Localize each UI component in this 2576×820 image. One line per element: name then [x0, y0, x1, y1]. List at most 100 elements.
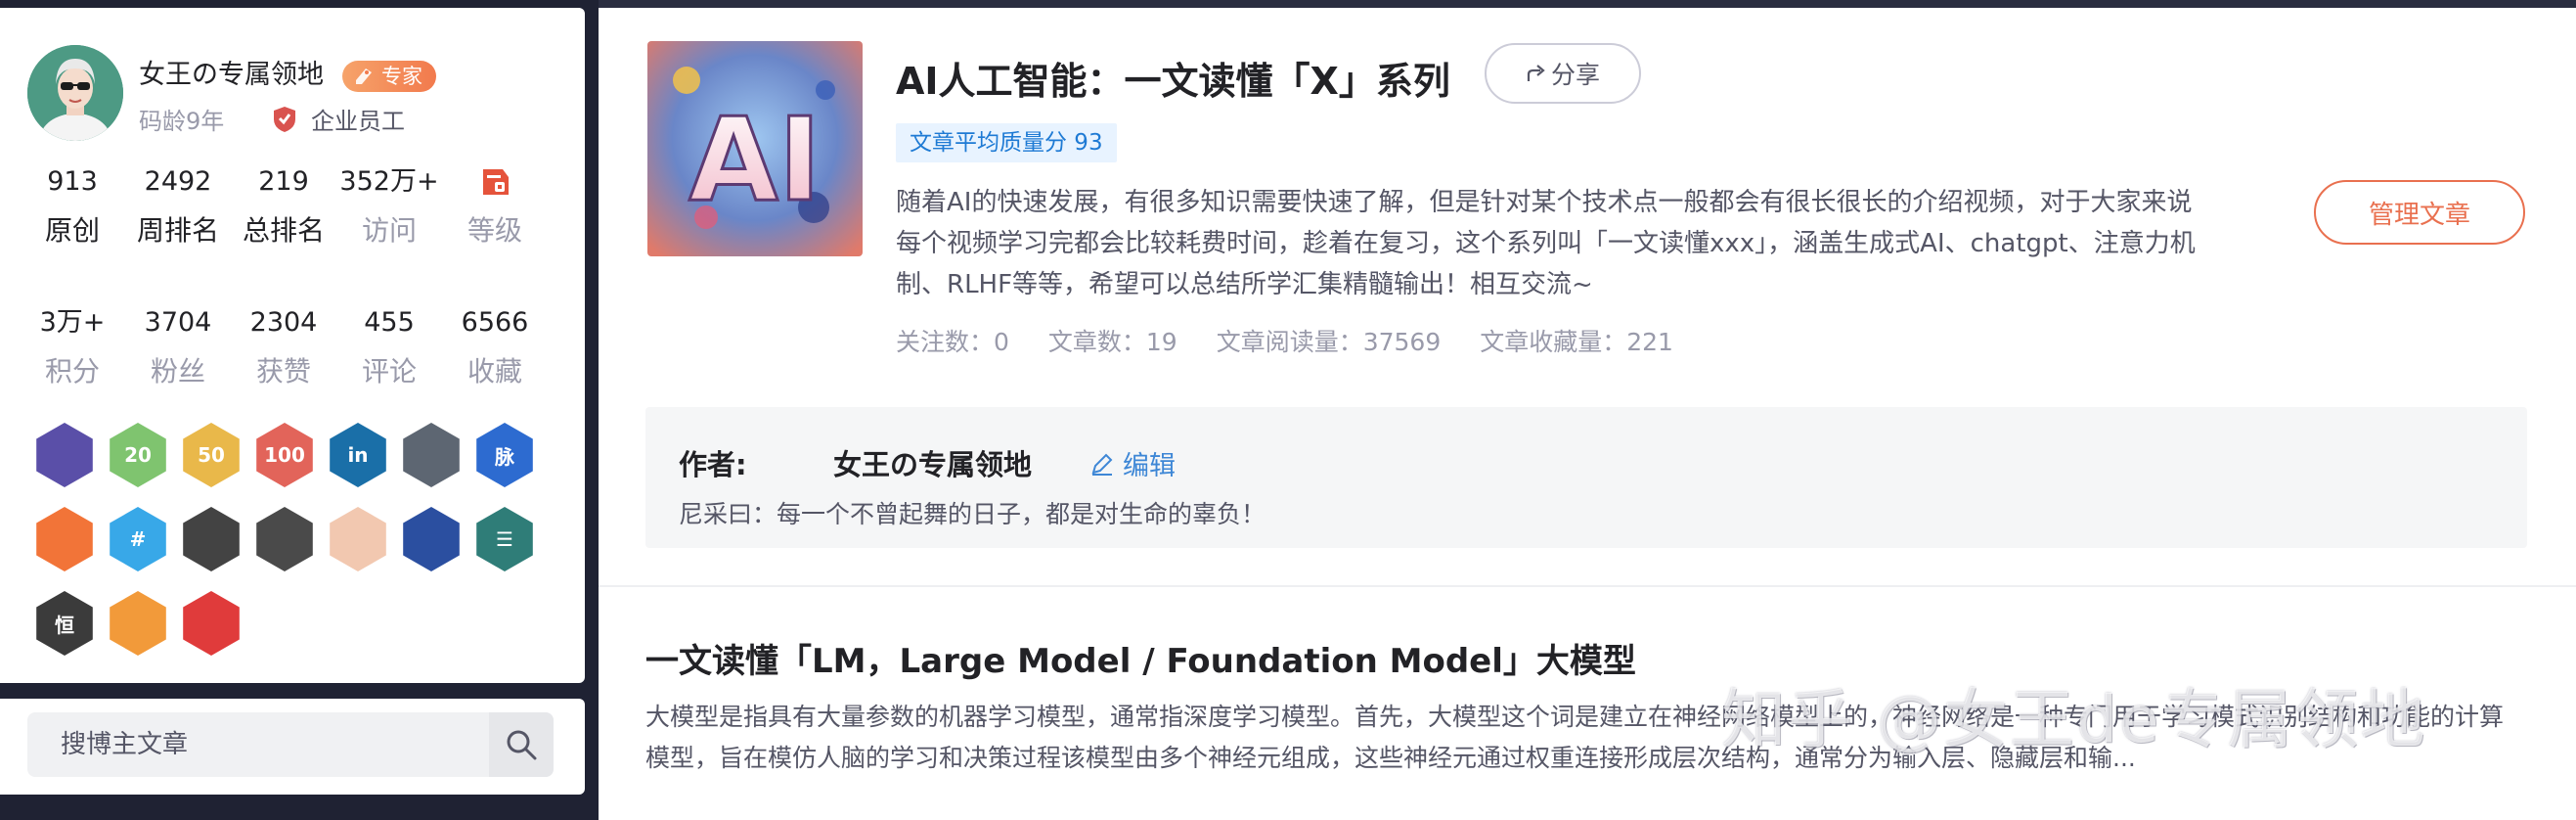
- stat-value: 913: [47, 166, 98, 197]
- share-icon: [1527, 65, 1545, 81]
- search-icon: [507, 730, 537, 760]
- badge-20-icon[interactable]: 20: [110, 423, 166, 487]
- meta-followers: 关注数：0: [896, 328, 1009, 356]
- badge-graduation-icon[interactable]: [36, 423, 93, 487]
- article-summary[interactable]: 大模型是指具有大量参数的机器学习模型，通常指深度学习模型。首先，大模型这个词是建…: [645, 697, 2513, 779]
- badge-monkey-icon[interactable]: [330, 507, 386, 571]
- pencil-icon: [1091, 453, 1113, 476]
- profile-card: 女王の专属领地 专家 码龄9年 企业员工 913 原创 2492 周排名 219…: [0, 8, 585, 683]
- badge-text: 20: [124, 443, 152, 467]
- stats-row-1: 913 原创 2492 周排名 219 总排名 352万+ 访问 等级: [20, 162, 548, 249]
- badge-heng-icon[interactable]: 恒: [36, 591, 93, 656]
- column-title: AI人工智能：一文读懂「X」系列: [896, 60, 1450, 103]
- author-link[interactable]: 女王の专属领地: [833, 442, 1032, 483]
- divider: [599, 585, 2576, 587]
- edit-label: 编辑: [1123, 451, 1176, 481]
- search-button[interactable]: [489, 712, 554, 777]
- stat-value: 2492: [144, 166, 212, 197]
- stat-label: 等级: [466, 214, 522, 247]
- article-title[interactable]: 一文读懂「LM，Large Model / Foundation Model」大…: [645, 634, 1636, 682]
- badge-linkedin-icon[interactable]: in: [330, 423, 386, 487]
- stat-label: 积分: [44, 355, 100, 387]
- code-age: 码龄9年: [139, 108, 225, 135]
- author-name[interactable]: 女王の专属领地: [139, 53, 324, 91]
- badge-50-icon[interactable]: 50: [183, 423, 240, 487]
- stat-level[interactable]: 等级: [442, 162, 548, 249]
- badge-text: 100: [264, 443, 305, 467]
- stat-value: 6566: [461, 307, 529, 338]
- badge-2020-icon[interactable]: [256, 507, 313, 571]
- column-meta: 关注数：0 文章数：19 文章阅读量：37569 文章收藏量：221: [896, 323, 1673, 358]
- badge-mai-icon[interactable]: 脉: [476, 423, 533, 487]
- badge-hashtag-icon[interactable]: #: [110, 507, 166, 571]
- badge-rocket-icon[interactable]: [403, 507, 460, 571]
- stat-label: 总排名: [242, 214, 325, 247]
- manage-articles-button[interactable]: 管理文章: [2314, 180, 2525, 245]
- stat-value: 219: [258, 166, 309, 197]
- stat-original[interactable]: 913 原创: [20, 162, 125, 249]
- avatar[interactable]: [27, 45, 123, 141]
- column-description: 随着AI的快速发展，有很多知识需要快速了解，但是针对某个技术点一般都会有很长很长…: [896, 188, 2196, 299]
- expert-badge-label: 专家: [381, 65, 422, 88]
- stat-label: 粉丝: [150, 355, 205, 387]
- expert-badge-icon: [356, 68, 372, 84]
- author-label: 作者:: [679, 448, 747, 481]
- stat-label: 访问: [361, 214, 417, 247]
- stat-label: 获赞: [255, 355, 311, 387]
- badge-book-icon[interactable]: [110, 591, 166, 656]
- column-panel: AI AI人工智能：一文读懂「X」系列 分享 文章平均质量分 93 随着AI的快…: [599, 8, 2576, 820]
- stat-value: 352万+: [339, 166, 439, 197]
- shield-icon: [274, 106, 295, 132]
- column-cover-image: AI: [647, 41, 863, 256]
- badge-github-icon[interactable]: [403, 423, 460, 487]
- stat-value: 3万+: [39, 307, 106, 338]
- badge-text: 50: [198, 443, 225, 467]
- expert-badge: 专家: [342, 61, 436, 92]
- stat-total-rank[interactable]: 219 总排名: [231, 162, 336, 249]
- badge-text: ☰: [496, 527, 513, 551]
- stat-favorites: 6566 收藏: [442, 303, 548, 389]
- stat-fans: 3704 粉丝: [125, 303, 231, 389]
- stat-value: 455: [364, 307, 415, 338]
- stat-value: 3704: [144, 307, 212, 338]
- stat-points: 3万+ 积分: [20, 303, 125, 389]
- author-box: 作者: 女王の专属领地 编辑 尼采曰：每一个不曾起舞的日子，都是对生命的辜负！: [645, 407, 2527, 548]
- stat-label: 周排名: [136, 214, 219, 247]
- badge-text: 恒: [55, 613, 74, 637]
- stat-weekly-rank[interactable]: 2492 周排名: [125, 162, 231, 249]
- stat-label: 评论: [361, 355, 417, 387]
- badge-grid: 20 50 100 in 脉 # ☰ 恒: [33, 423, 552, 656]
- search-box: [27, 712, 554, 777]
- top-strip: [599, 0, 2576, 8]
- stat-visits: 352万+ 访问: [336, 162, 442, 249]
- meta-articles: 文章数：19: [1047, 328, 1177, 356]
- employee-tag: 企业员工: [272, 102, 405, 136]
- employee-label: 企业员工: [311, 108, 405, 135]
- quality-score-badge: 文章平均质量分 93: [896, 123, 1117, 162]
- author-motto: 尼采曰：每一个不曾起舞的日子，都是对生命的辜负！: [679, 500, 1266, 528]
- badge-100-icon[interactable]: 100: [256, 423, 313, 487]
- search-input[interactable]: [27, 712, 487, 777]
- search-card: [0, 699, 585, 795]
- badge-list-icon[interactable]: ☰: [476, 507, 533, 571]
- svg-text:AI: AI: [688, 92, 821, 227]
- stat-comments: 455 评论: [336, 303, 442, 389]
- badge-text: #: [129, 527, 147, 551]
- badge-pen-icon[interactable]: [183, 591, 240, 656]
- badge-text: in: [347, 443, 369, 467]
- level-icon: [442, 162, 548, 202]
- stat-label: 收藏: [466, 355, 522, 387]
- badge-medal-icon[interactable]: [183, 507, 240, 571]
- stats-row-2: 3万+ 积分 3704 粉丝 2304 获赞 455 评论 6566 收藏: [20, 303, 548, 389]
- avatar-image: [27, 45, 123, 141]
- badge-text: 脉: [495, 444, 514, 469]
- meta-reads: 文章阅读量：37569: [1216, 328, 1442, 356]
- badge-trophy-icon[interactable]: [36, 507, 93, 571]
- stat-label: 原创: [44, 214, 100, 247]
- share-button[interactable]: 分享: [1485, 43, 1641, 104]
- stat-likes: 2304 获赞: [231, 303, 336, 389]
- meta-favorites: 文章收藏量：221: [1480, 328, 1673, 356]
- edit-link[interactable]: 编辑: [1089, 444, 1176, 482]
- stat-value: 2304: [249, 307, 318, 338]
- share-label: 分享: [1550, 61, 1600, 89]
